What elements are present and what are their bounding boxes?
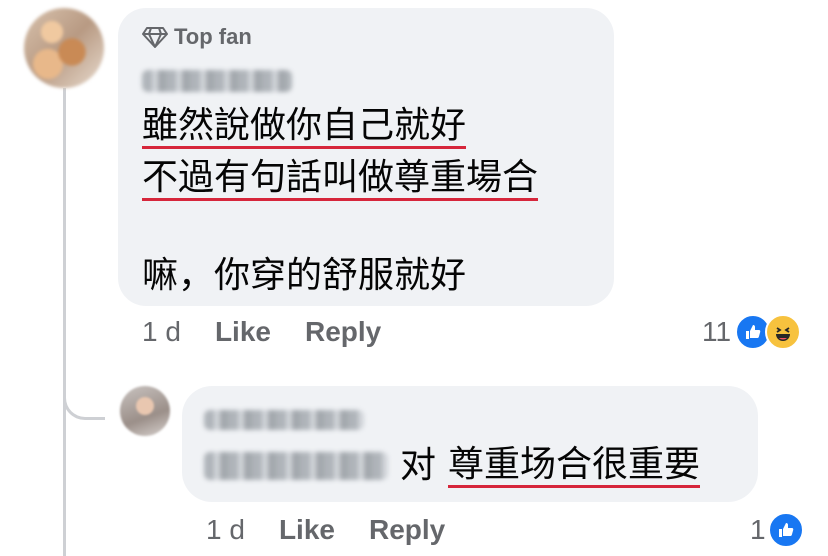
reply-reactions-summary[interactable]: 1 [750, 512, 804, 548]
haha-reaction-icon [765, 314, 802, 350]
timestamp[interactable]: 1 d [142, 316, 181, 348]
reply-button[interactable]: Reply [305, 316, 381, 348]
thread-line-vertical [63, 88, 66, 556]
reply-reply-button[interactable]: Reply [369, 514, 445, 546]
reply-highlight: 尊重场合很重要 [448, 444, 701, 488]
reply-actions: 1 d Like Reply [206, 514, 445, 546]
reply-like-button[interactable]: Like [279, 514, 335, 546]
badge-label: Top fan [174, 24, 252, 49]
reply-avatar[interactable] [120, 386, 170, 436]
avatar[interactable] [24, 8, 104, 88]
comment-line-3: 嘛，你穿的舒服就好 [142, 255, 467, 296]
thread-line-curve [63, 370, 105, 420]
commenter-name[interactable] [142, 70, 292, 92]
comment-line-2: 不過有句話叫做尊重場合 [142, 158, 539, 201]
reactions-summary[interactable]: 11 [702, 314, 802, 350]
like-button[interactable]: Like [215, 316, 271, 348]
comment-text: 雖然說做你自己就好 不過有句話叫做尊重場合 嘛，你穿的舒服就好 [142, 100, 602, 302]
diamond-icon [142, 27, 168, 48]
reply-commenter-name[interactable] [204, 410, 364, 430]
like-reaction-icon [767, 512, 804, 548]
comment-line-1: 雖然說做你自己就好 [142, 106, 467, 149]
reply-text: 对 尊重场合很重要 [204, 440, 701, 492]
top-fan-badge: Top fan [142, 24, 252, 50]
reply-text-prefix: 对 [400, 445, 437, 486]
reaction-count: 11 [702, 316, 732, 347]
mentioned-user[interactable] [204, 452, 388, 480]
reply-timestamp[interactable]: 1 d [206, 514, 245, 546]
comment-actions: 1 d Like Reply [142, 316, 381, 348]
reply-reaction-count: 1 [750, 514, 766, 545]
